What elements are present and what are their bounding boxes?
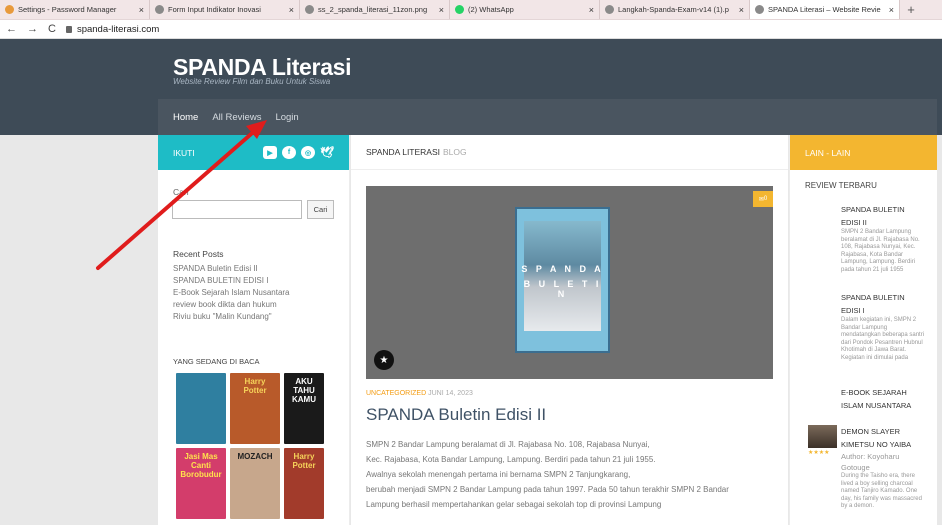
main-navbar: Home All Reviews Login <box>0 99 942 135</box>
book-cover[interactable]: Jasi Mas Canti Borobudur <box>176 448 226 519</box>
recent-post-link[interactable]: SPANDA Buletin Edisi II <box>173 263 290 275</box>
search-input[interactable] <box>172 200 302 219</box>
search-button[interactable]: Cari <box>307 200 334 219</box>
post-excerpt: SMPN 2 Bandar Lampung beralamat di Jl. R… <box>366 440 729 509</box>
browser-tab[interactable]: Langkah-Spanda-Exam-v14 (1).p × <box>600 0 750 19</box>
facebook-icon[interactable]: f <box>282 146 296 159</box>
rating-stars-icon: ★★★★ <box>808 450 830 456</box>
recent-post-link[interactable]: review book dikta dan hukum <box>173 299 290 311</box>
close-icon[interactable]: × <box>889 5 894 15</box>
close-icon[interactable]: × <box>589 5 594 15</box>
browser-tab-bar: Settings - Password Manager × Form Input … <box>0 0 942 20</box>
browser-tab[interactable]: ss_2_spanda_literasi_11zon.png × <box>300 0 450 19</box>
buletin-cover: S P A N D A B U L E T I N <box>515 207 610 353</box>
twitter-icon[interactable]: 🕊 <box>320 146 334 159</box>
recent-post-link[interactable]: Riviu buku "Malin Kundang" <box>173 311 290 323</box>
close-icon[interactable]: × <box>139 5 144 15</box>
review-item: SPANDA BULETIN EDISI II SMPN 2 Bandar La… <box>841 205 920 273</box>
nav-menu: Home All Reviews Login <box>158 99 937 135</box>
recent-post-link[interactable]: E-Book Sejarah Islam Nusantara <box>173 287 290 299</box>
blog-heading: SPANDA LITERASI BLOG <box>351 135 788 170</box>
comment-count-badge[interactable]: ✉ 0 <box>753 191 773 207</box>
tab-favicon-icon <box>155 5 164 14</box>
browser-tab[interactable]: Form Input Indikator Inovasi × <box>150 0 300 19</box>
tab-favicon-icon <box>605 5 614 14</box>
address-bar: ← → C spanda-literasi.com <box>0 20 942 39</box>
social-links: ▶ f ◎ 🕊 <box>263 146 334 159</box>
new-tab-button[interactable]: + <box>900 0 922 19</box>
browser-tab[interactable]: Settings - Password Manager × <box>0 0 150 19</box>
post-date[interactable]: JUNI 14, 2023 <box>428 390 473 397</box>
close-icon[interactable]: × <box>289 5 294 15</box>
featured-image[interactable]: ✉ 0 S P A N D A B U L E T I N ★ <box>366 186 773 379</box>
book-grid: Harry Potter AKU TAHU KAMU Jasi Mas Cant… <box>176 373 336 519</box>
url-field[interactable]: spanda-literasi.com <box>65 24 159 35</box>
site-header: SPANDA Literasi Website Review Film dan … <box>0 39 942 99</box>
review-item: DEMON SLAYER KIMETSU NO YAIBA Author: Ko… <box>841 427 922 509</box>
forward-arrow-icon[interactable]: → <box>27 23 38 35</box>
main-content: SPANDA LITERASI BLOG ✉ 0 S P A N D A B U L… <box>351 135 788 525</box>
youtube-icon[interactable]: ▶ <box>263 146 277 159</box>
lock-icon <box>65 25 72 33</box>
browser-tab-active[interactable]: SPANDA Literasi – Website Revie × <box>750 0 900 19</box>
tab-favicon-icon <box>5 5 14 14</box>
review-thumbnail[interactable] <box>808 425 837 448</box>
book-cover[interactable]: MOZACH <box>230 448 280 519</box>
review-item: SPANDA BULETIN EDISI I Dalam kegiatan in… <box>841 293 925 361</box>
back-arrow-icon[interactable]: ← <box>6 23 17 35</box>
review-item: E-BOOK SEJARAH ISLAM NUSANTARA <box>841 388 912 410</box>
featured-star-icon: ★ <box>374 350 394 370</box>
review-terbaru-title: REVIEW TERBARU <box>805 181 877 190</box>
book-cover[interactable]: Harry Potter <box>284 448 324 519</box>
post-title[interactable]: SPANDA Buletin Edisi II <box>366 405 546 425</box>
recent-posts-title: Recent Posts <box>173 249 224 259</box>
left-sidebar: IKUTI ▶ f ◎ 🕊 Cari Cari Recent Posts SPA… <box>158 135 350 525</box>
close-icon[interactable]: × <box>439 5 444 15</box>
post-meta: UNCATEGORIZED JUNI 14, 2023 <box>366 390 473 397</box>
post-category[interactable]: UNCATEGORIZED <box>366 390 426 397</box>
lain-lain-header: LAIN - LAIN <box>790 135 937 170</box>
tab-favicon-icon <box>755 5 764 14</box>
reload-icon[interactable]: C <box>48 23 56 35</box>
search-label: Cari <box>173 187 189 197</box>
instagram-icon[interactable]: ◎ <box>301 146 315 159</box>
tab-favicon-icon <box>305 5 314 14</box>
whatsapp-icon <box>455 5 464 14</box>
site-tagline: Website Review Film dan Buku Untuk Siswa <box>173 77 331 86</box>
right-sidebar: LAIN - LAIN REVIEW TERBARU SPANDA BULETI… <box>789 135 937 525</box>
recent-posts-list: SPANDA Buletin Edisi II SPANDA BULETIN E… <box>173 263 290 323</box>
browser-tab[interactable]: (2) WhatsApp × <box>450 0 600 19</box>
menu-item-login[interactable]: Login <box>275 112 298 123</box>
menu-item-home[interactable]: Home <box>173 112 198 123</box>
cover-photo <box>524 221 601 331</box>
recent-post-link[interactable]: SPANDA BULETIN EDISI I <box>173 275 290 287</box>
book-cover[interactable] <box>176 373 226 444</box>
menu-item-all-reviews[interactable]: All Reviews <box>212 112 261 123</box>
close-icon[interactable]: × <box>739 5 744 15</box>
book-cover[interactable]: AKU TAHU KAMU <box>284 373 324 444</box>
ikuti-header: IKUTI ▶ f ◎ 🕊 <box>158 135 349 170</box>
reading-title: YANG SEDANG DI BACA <box>173 357 260 366</box>
book-cover[interactable]: Harry Potter <box>230 373 280 444</box>
